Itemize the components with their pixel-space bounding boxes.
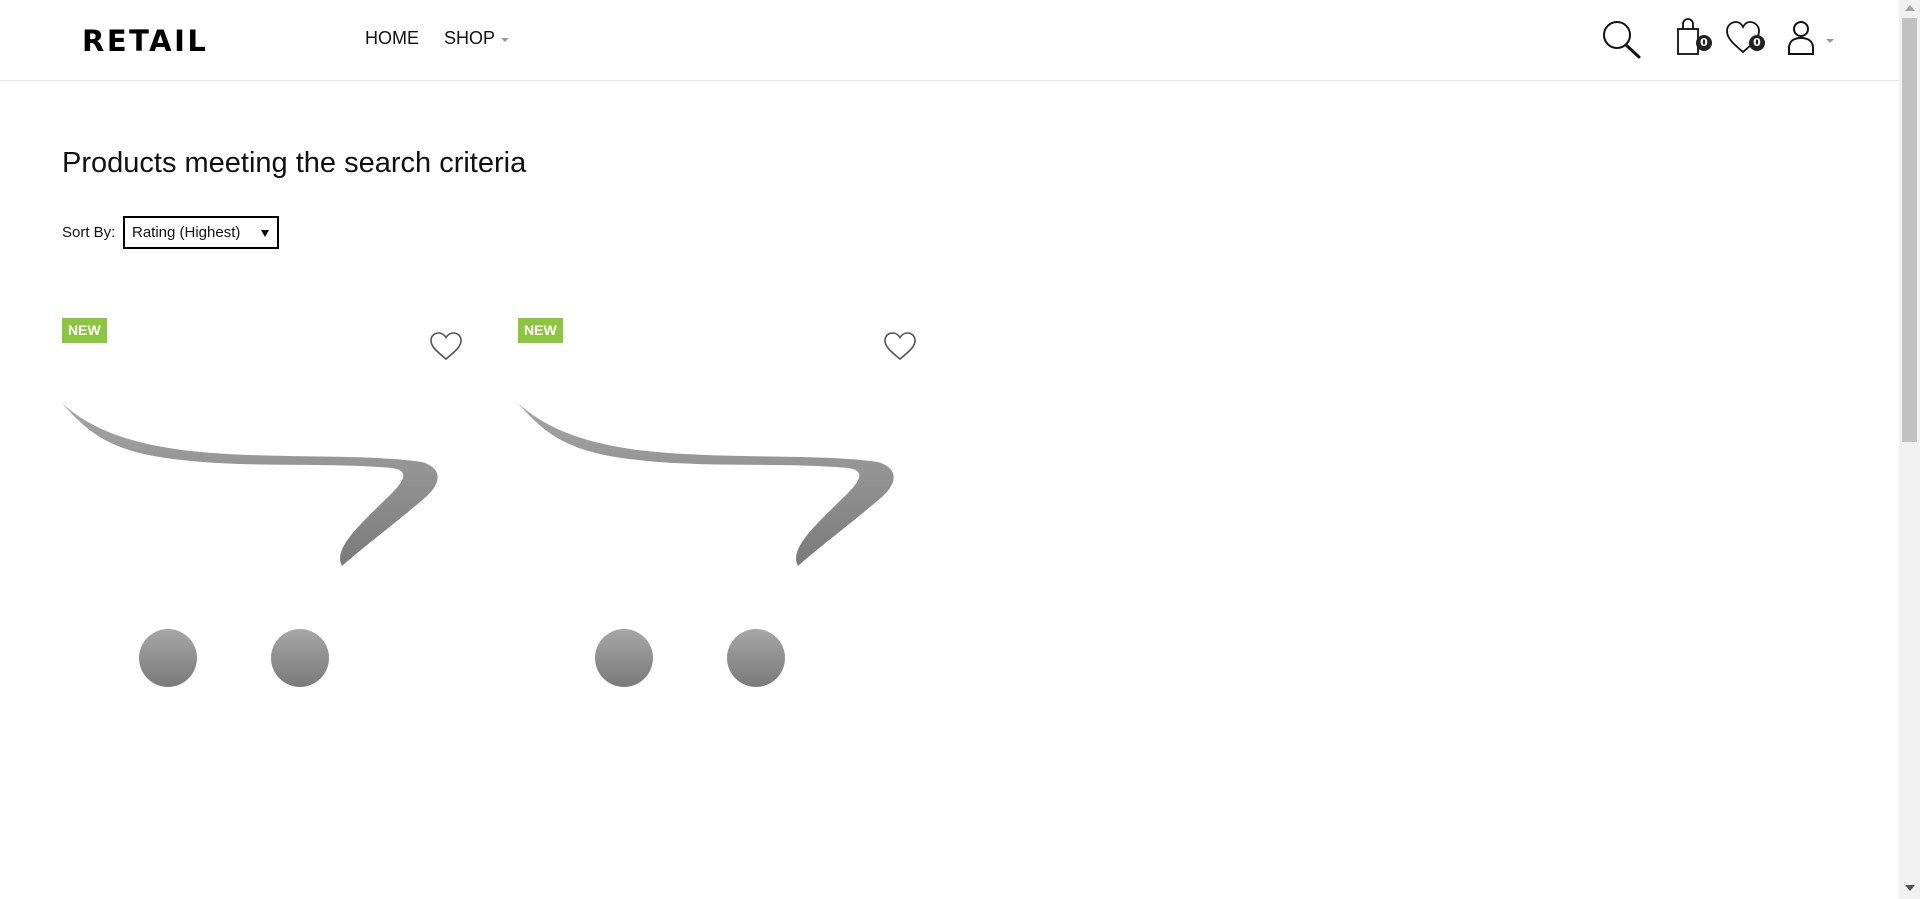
nav-item-label: HOME [365, 28, 419, 48]
opencart-placeholder-image [62, 403, 438, 687]
user-icon [1788, 21, 1814, 55]
nav-item-shop[interactable]: SHOP [444, 28, 510, 49]
cart-handle-shape [62, 403, 438, 566]
wishlist-button[interactable]: 0 [1723, 15, 1769, 61]
page-scrollbar[interactable] [1899, 0, 1920, 899]
heart-icon [884, 332, 916, 361]
scroll-up-arrow-icon[interactable] [1905, 5, 1915, 11]
new-badge: NEW [62, 318, 107, 343]
wheel-right [271, 629, 329, 687]
chevron-down-icon [501, 37, 510, 42]
site-header: RETAIL HOME SHOP 0 0 [0, 0, 1899, 81]
heart-icon [430, 332, 462, 361]
sort-label: Sort By: [62, 224, 116, 241]
site-logo[interactable]: RETAIL [82, 24, 208, 58]
cart-handle-shape [518, 403, 894, 566]
nav-item-label: SHOP [444, 28, 496, 48]
main-nav: HOME SHOP [365, 28, 510, 49]
cart-button[interactable]: 0 [1668, 15, 1714, 61]
cart-count-badge: 0 [1696, 35, 1712, 51]
sort-select[interactable]: Rating (Highest) [123, 216, 279, 249]
wheel-right [727, 629, 785, 687]
wheel-left [595, 629, 653, 687]
search-icon[interactable] [1597, 15, 1643, 61]
add-to-wishlist-button[interactable] [429, 330, 463, 362]
scroll-down-arrow-icon[interactable] [1905, 885, 1915, 891]
product-card[interactable]: NEW [518, 318, 923, 708]
new-badge: NEW [518, 318, 563, 343]
product-card[interactable]: NEW [62, 318, 467, 708]
wishlist-count-badge: 0 [1749, 35, 1765, 51]
scrollbar-thumb[interactable] [1902, 18, 1917, 442]
opencart-placeholder-image [518, 403, 894, 687]
nav-item-home[interactable]: HOME [365, 28, 419, 49]
wheel-left [139, 629, 197, 687]
account-button[interactable] [1779, 15, 1835, 61]
chevron-down-icon [261, 230, 269, 237]
page-title: Products meeting the search criteria [62, 147, 527, 179]
sort-select-value: Rating (Highest) [132, 224, 241, 241]
chevron-down-icon [1826, 39, 1834, 43]
add-to-wishlist-button[interactable] [883, 330, 917, 362]
